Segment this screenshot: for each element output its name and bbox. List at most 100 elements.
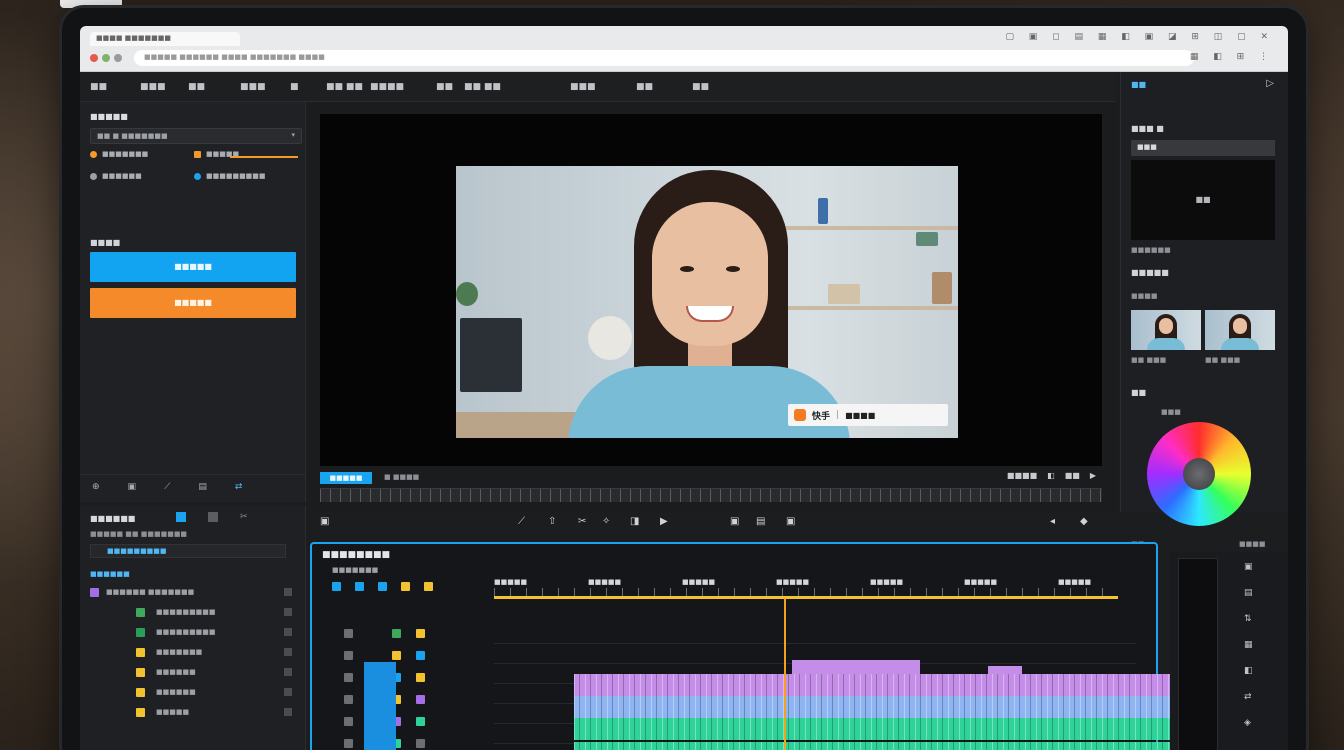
tool-icon[interactable]: ▣ <box>1244 562 1253 572</box>
project-file-row[interactable]: ■■■■■■ <box>90 686 296 700</box>
preset-select[interactable]: ■■ ■ ■■■■■■■ ▾ <box>90 128 302 144</box>
track-header[interactable] <box>322 624 492 644</box>
track-header[interactable] <box>322 646 492 666</box>
timeline-work-area[interactable] <box>494 596 1118 599</box>
pen-tool-icon[interactable]: ⇧ <box>548 516 556 527</box>
timeline-clip[interactable] <box>574 674 1178 696</box>
lock-icon[interactable] <box>344 695 353 704</box>
lock-icon[interactable] <box>344 651 353 660</box>
lock-icon[interactable] <box>344 717 353 726</box>
track-header[interactable] <box>322 690 492 710</box>
menu-item-3[interactable]: ■■ <box>188 82 205 92</box>
tool-icon[interactable]: ⇄ <box>1244 692 1253 702</box>
track-color-icon[interactable] <box>416 717 425 726</box>
timeline-ruler[interactable]: ■■■■■ ■■■■■ ■■■■■ ■■■■■ ■■■■■ ■■■■■ ■■■■■ <box>494 574 1136 602</box>
tool-icon[interactable]: ▦ <box>1244 640 1253 650</box>
project-file-row[interactable]: ■■■■■■■■■ <box>90 626 296 640</box>
track-color-icon[interactable] <box>416 629 425 638</box>
viewer-scrubber[interactable] <box>320 488 1102 502</box>
lift-icon[interactable]: ▤ <box>756 516 765 527</box>
grid-view-icon[interactable] <box>208 512 218 522</box>
play-icon[interactable]: ▶ <box>1090 471 1096 480</box>
thumbnail[interactable] <box>1131 310 1201 350</box>
zoom-label[interactable]: ■■■■ <box>1007 471 1037 480</box>
color-wheel[interactable] <box>1147 422 1251 526</box>
timeline-clip[interactable] <box>574 696 1178 718</box>
close-window-icon[interactable] <box>90 54 98 62</box>
track-header[interactable] <box>322 668 492 688</box>
timeline-clip[interactable] <box>574 742 1178 750</box>
primary-action-button[interactable]: ■■■■■ <box>90 252 296 282</box>
lock-icon[interactable] <box>344 673 353 682</box>
thumbnail[interactable] <box>1205 310 1275 350</box>
menu-item-11[interactable]: ■■ <box>636 82 653 92</box>
visibility-icon[interactable] <box>392 629 401 638</box>
prev-edit-icon[interactable]: ◂ <box>1050 516 1055 527</box>
project-file-row[interactable]: ■■■■■■■■■ <box>90 606 296 620</box>
brand-overlay[interactable]: 快手 | ■■■■ <box>788 404 948 426</box>
frame-icon[interactable]: ▣ <box>730 516 739 527</box>
menu-item-9[interactable]: ■■ ■■ <box>464 82 501 92</box>
timecode-badge[interactable]: ■■■■■ <box>320 472 372 484</box>
browser-tab[interactable]: ■■■■ ■■■■■■■ <box>90 32 240 46</box>
scissors-icon[interactable]: ✂ <box>240 512 248 522</box>
menu-item-8[interactable]: ■■ <box>436 82 453 92</box>
option-4[interactable]: ■■■■■■■■■ <box>194 172 266 180</box>
project-file-row[interactable]: ■■■■■ <box>90 706 296 720</box>
play-icon[interactable]: ▷ <box>1266 78 1274 89</box>
tool-icon[interactable]: ◈ <box>1244 718 1253 728</box>
option-1[interactable]: ■■■■■■■ <box>90 150 148 158</box>
menu-item-7[interactable]: ■■■■ <box>370 82 404 92</box>
tool-icon[interactable]: ◧ <box>1244 666 1253 676</box>
intensity-slider[interactable] <box>230 156 298 158</box>
select-tool-icon[interactable] <box>332 582 341 591</box>
add-icon[interactable]: ⊕ <box>92 482 100 492</box>
track-header[interactable] <box>322 712 492 732</box>
lock-icon[interactable] <box>344 629 353 638</box>
safe-area-icon[interactable]: ◧ <box>1047 471 1055 480</box>
visibility-icon[interactable] <box>392 651 401 660</box>
menu-item-12[interactable]: ■■ <box>692 82 709 92</box>
lock-icon[interactable] <box>344 739 353 748</box>
menu-item-10[interactable]: ■■■ <box>570 82 596 92</box>
menu-item-2[interactable]: ■■■ <box>140 82 166 92</box>
list-view-icon[interactable] <box>176 512 186 522</box>
menu-item-4[interactable]: ■■■ <box>240 82 266 92</box>
track-color-icon[interactable] <box>416 695 425 704</box>
track-color-icon[interactable] <box>416 739 425 748</box>
add-marker-icon[interactable]: ✂ <box>578 516 586 527</box>
swap-icon[interactable]: ⇄ <box>235 482 243 492</box>
timeline-clip[interactable] <box>574 718 1178 740</box>
tool-icon[interactable]: ▤ <box>1244 588 1253 598</box>
snap-tool-icon[interactable] <box>401 582 410 591</box>
next-edit-icon[interactable]: ◆ <box>1080 516 1088 527</box>
track-target-column[interactable] <box>364 662 396 750</box>
inspector-bottom-right[interactable]: ■■■■ <box>1239 540 1265 548</box>
playhead[interactable] <box>784 598 786 750</box>
step-back-icon[interactable]: ⟋ <box>518 516 525 527</box>
reload-icon[interactable] <box>114 54 122 62</box>
project-file-row[interactable]: ■■■■■■ <box>90 666 296 680</box>
project-file-row[interactable]: ■■■■■■■ <box>90 646 296 660</box>
project-folder[interactable]: ■■■■■■ <box>90 568 296 582</box>
track-header[interactable] <box>322 734 492 750</box>
pen-icon[interactable]: ⟋ <box>164 482 170 492</box>
back-icon[interactable] <box>102 54 110 62</box>
inspector-field[interactable]: ■■■ <box>1131 140 1275 156</box>
export-icon[interactable]: ▣ <box>320 516 329 527</box>
list-icon[interactable]: ▤ <box>198 482 207 492</box>
inspector-color-mode[interactable]: ■■■ <box>1161 408 1181 416</box>
track-color-icon[interactable] <box>416 673 425 682</box>
menu-item-1[interactable]: ■■ <box>90 82 107 92</box>
project-file-row[interactable]: ■■■■■■ ■■■■■■■ <box>90 586 296 600</box>
option-3[interactable]: ■■■■■■ <box>90 172 142 180</box>
ripple-tool-icon[interactable] <box>378 582 387 591</box>
browser-window-controls[interactable]: ▢ ▣ ◻ ▤ ▦ ◧ ▣ ◪ ⊞ ◫ ▢ ✕ <box>1005 32 1274 42</box>
secondary-action-button[interactable]: ■■■■■ <box>90 288 296 318</box>
marker-tool-icon[interactable] <box>424 582 433 591</box>
grid-icon[interactable]: ▣ <box>128 482 137 492</box>
quality-label[interactable]: ■■ <box>1065 471 1080 480</box>
mark-in-icon[interactable]: ✧ <box>602 516 610 527</box>
viewer-canvas[interactable]: 快手 | ■■■■ <box>320 114 1102 466</box>
menu-item-5[interactable]: ■ <box>290 82 299 92</box>
